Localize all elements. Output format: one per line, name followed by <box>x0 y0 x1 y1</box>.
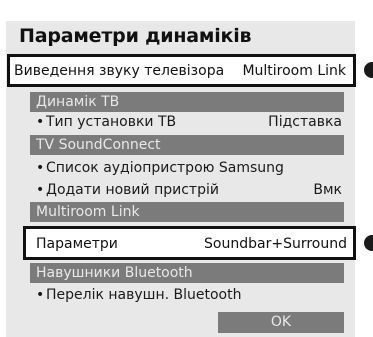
tv-sound-output-label: Виведення звуку телевізора <box>14 63 225 79</box>
list-item-add-new-device[interactable]: • Додати новий пристрій Вмк <box>36 180 342 200</box>
section-header-bluetooth-headphones: Навушники Bluetooth <box>30 263 344 283</box>
item-label: Додати новий пристрій <box>46 182 219 198</box>
item-label: Тип установки ТВ <box>46 114 177 130</box>
section-header-tv-speaker: Динамік ТВ <box>30 92 344 112</box>
bullet-icon: • <box>36 160 45 176</box>
multiroom-settings-row[interactable]: Параметри Soundbar+Surround <box>23 226 356 260</box>
list-item-tv-installation-type[interactable]: • Тип установки ТВ Підставка <box>36 112 342 132</box>
list-item-samsung-audio-list[interactable]: • Список аудіопристрою Samsung <box>36 158 342 178</box>
tv-sound-output-row[interactable]: Виведення звуку телевізора Multiroom Lin… <box>7 54 356 87</box>
callout-marker-2 <box>364 235 373 251</box>
ok-button[interactable]: OK <box>218 312 344 333</box>
section-header-tv-soundconnect: TV SoundConnect <box>30 135 344 155</box>
bullet-icon: • <box>36 114 45 130</box>
multiroom-settings-label: Параметри <box>36 236 118 252</box>
item-label: Список аудіопристрою Samsung <box>46 160 284 176</box>
callout-marker-1 <box>364 62 373 78</box>
item-value: Вмк <box>313 182 342 198</box>
item-value: Підставка <box>268 114 342 130</box>
bullet-icon: • <box>36 287 45 303</box>
section-header-multiroom-link: Multiroom Link <box>30 202 344 222</box>
page-title: Параметри динаміків <box>19 25 252 47</box>
list-item-bluetooth-headphone-list[interactable]: • Перелік навушн. Bluetooth <box>36 285 342 305</box>
multiroom-settings-value: Soundbar+Surround <box>204 236 347 252</box>
bullet-icon: • <box>36 182 45 198</box>
tv-sound-output-value: Multiroom Link <box>242 63 346 79</box>
item-label: Перелік навушн. Bluetooth <box>46 287 242 303</box>
